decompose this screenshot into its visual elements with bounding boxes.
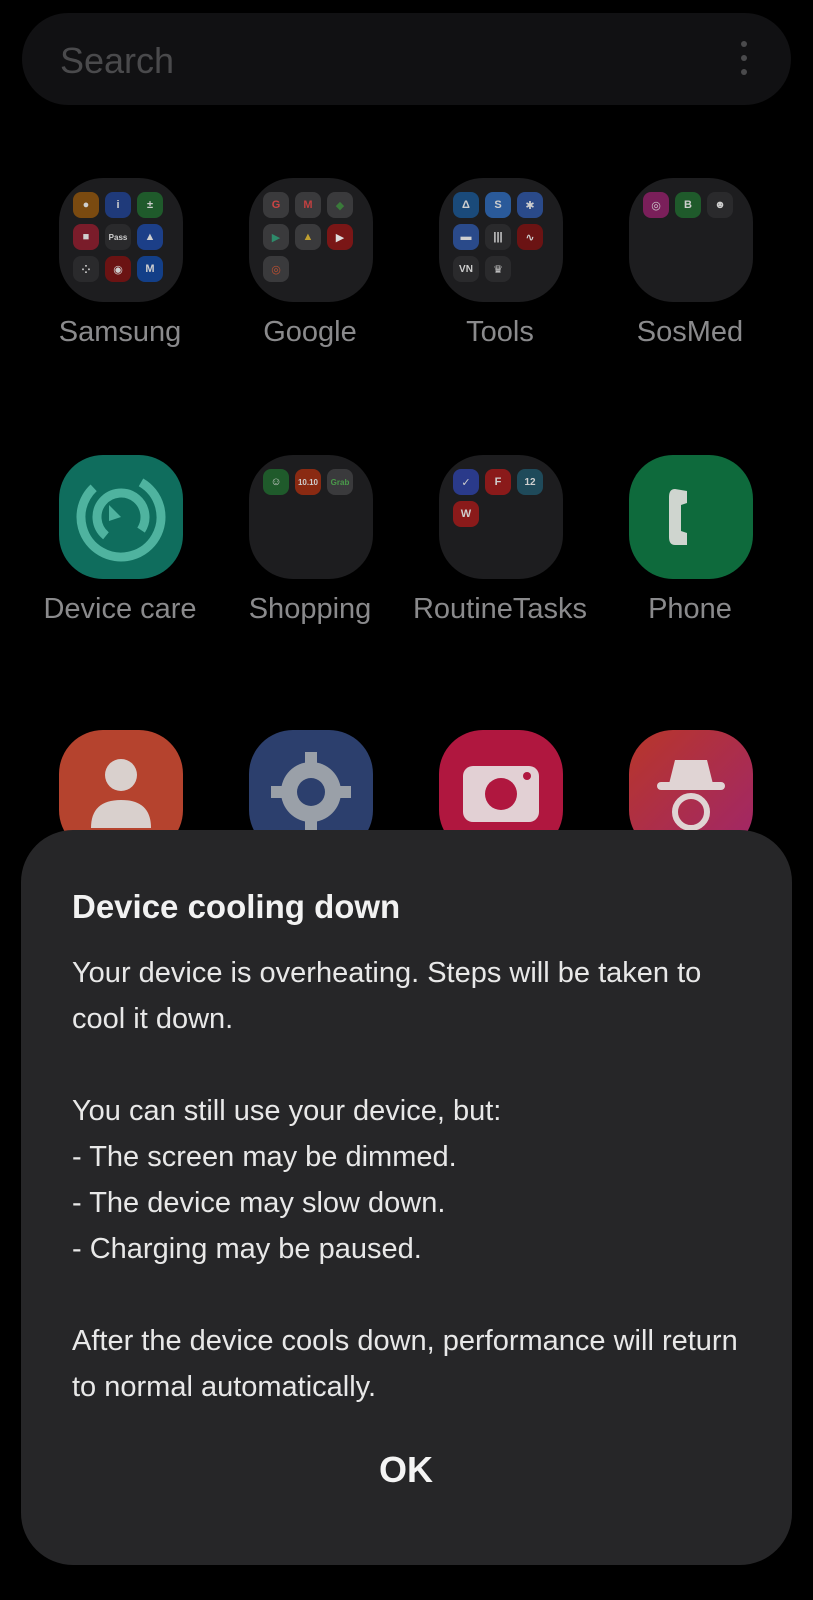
pass-icon: Pass	[105, 224, 131, 250]
barcode-icon: |||	[485, 224, 511, 250]
game-icon: ◉	[105, 256, 131, 282]
members-icon: M	[137, 256, 163, 282]
folder-google[interactable]: G M ◆ ▶ ▲ ▶ ◎ Google	[215, 178, 405, 398]
tasks-check-icon: ✓	[453, 469, 479, 495]
gmail-icon: M	[295, 192, 321, 218]
phone-icon	[629, 455, 753, 579]
dialog-line: You can still use your device, but:	[72, 1095, 502, 1127]
apps-grid-icon: ⁘	[73, 256, 99, 282]
files-icon: ▬	[453, 224, 479, 250]
dialog-line: After the device cools down, performance…	[72, 1325, 738, 1403]
tool-app-icon: Δ	[453, 192, 479, 218]
crown-app-icon: ♛	[485, 256, 511, 282]
tools-folder-icon: Δ S ✱ ▬ ||| ∿ VN ♛	[439, 178, 563, 302]
instagram-icon: ◎	[643, 192, 669, 218]
folder-shopping[interactable]: ☺ 10.10 Grab Shopping	[215, 455, 405, 675]
device-care-icon	[59, 455, 183, 579]
routinetasks-folder-icon: ✓ F 12 W	[439, 455, 563, 579]
app-label: SosMed	[636, 316, 744, 348]
tokopedia-icon: ☺	[263, 469, 289, 495]
app-device-care[interactable]: Device care	[25, 455, 215, 675]
maps-icon: ◆	[327, 192, 353, 218]
secure-folder-icon: ▲	[137, 224, 163, 250]
dialog-bullet: - Charging may be paused.	[72, 1233, 422, 1265]
folder-samsung[interactable]: ● i ± ■ Pass ▲ ⁘ ◉ M Samsung	[25, 178, 215, 398]
search-placeholder: Search	[60, 40, 175, 81]
avatar-app-icon: ☻	[707, 192, 733, 218]
notes-icon: F	[485, 469, 511, 495]
youtube-icon: ▶	[327, 224, 353, 250]
folder-tools[interactable]: Δ S ✱ ▬ ||| ∿ VN ♛ Tools	[405, 178, 595, 398]
ok-button[interactable]: OK	[351, 1440, 461, 1500]
whatsapp-business-icon: B	[675, 192, 701, 218]
folder-sosmed[interactable]: ◎ B ☻ SosMed	[595, 178, 785, 398]
dialog-bullet: - The screen may be dimmed.	[72, 1141, 457, 1173]
more-vertical-icon[interactable]	[741, 41, 747, 77]
wps-icon: W	[453, 501, 479, 527]
shopee-icon: 10.10	[295, 469, 321, 495]
chrome-icon: ◎	[263, 256, 289, 282]
grab-icon: Grab	[327, 469, 353, 495]
home-screen: Search ● i ± ■ Pass ▲ ⁘ ◉ M Samsung G M …	[0, 0, 813, 1600]
dialog-title: Device cooling down	[72, 888, 401, 925]
dialog-bullet: - The device may slow down.	[72, 1187, 446, 1219]
calendar-icon: 12	[517, 469, 543, 495]
calculator-icon: ±	[137, 192, 163, 218]
vn-icon: VN	[453, 256, 479, 282]
drive-icon: ▲	[295, 224, 321, 250]
samsung-folder-icon: ● i ± ■ Pass ▲ ⁘ ◉ M	[59, 178, 183, 302]
store-icon: ■	[73, 224, 99, 250]
cooling-dialog: Device cooling down Your device is overh…	[21, 830, 792, 1565]
tips-icon: ●	[73, 192, 99, 218]
sosmed-folder-icon: ◎ B ☻	[629, 178, 753, 302]
shopping-folder-icon: ☺ 10.10 Grab	[249, 455, 373, 579]
google-folder-icon: G M ◆ ▶ ▲ ▶ ◎	[249, 178, 373, 302]
info-icon: i	[105, 192, 131, 218]
app-phone[interactable]: Phone	[595, 455, 785, 675]
play-store-icon: ▶	[263, 224, 289, 250]
voice-recorder-icon: ∿	[517, 224, 543, 250]
dialog-line: Your device is overheating. Steps will b…	[72, 957, 702, 1035]
s-app-icon: S	[485, 192, 511, 218]
google-icon: G	[263, 192, 289, 218]
app-label: Phone	[648, 593, 732, 625]
search-bar[interactable]: Search	[22, 13, 791, 105]
settings-mini-icon: ✱	[517, 192, 543, 218]
folder-routinetasks[interactable]: ✓ F 12 W RoutineTasks	[405, 455, 595, 675]
dialog-body: Your device is overheating. Steps will b…	[72, 950, 762, 1410]
